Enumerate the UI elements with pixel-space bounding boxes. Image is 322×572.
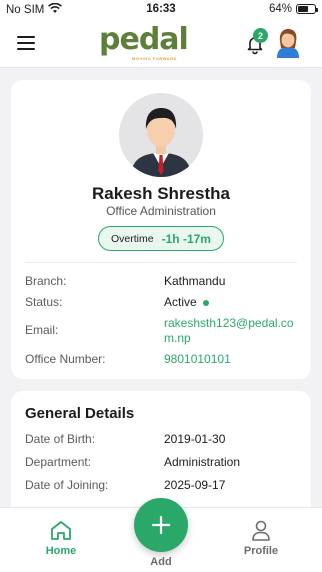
department-label: Department: — [25, 455, 92, 469]
nav-profile-label: Profile — [243, 545, 279, 557]
status-value: Active — [164, 295, 197, 309]
status-value-row: Active — [164, 295, 209, 309]
home-icon — [51, 521, 71, 540]
notification-badge: 2 — [253, 28, 268, 43]
profile-card: Rakesh Shrestha Office Administration Ov… — [11, 80, 311, 379]
email-link[interactable]: rakeshsth123@pedal.com.np — [164, 316, 299, 346]
add-button-label: Add — [150, 556, 172, 568]
overtime-badge: Overtime -1h -17m — [98, 226, 224, 251]
battery-percent: 64% — [268, 3, 292, 15]
office-number-link[interactable]: 9801010101 — [164, 352, 231, 366]
active-status-dot — [202, 299, 209, 306]
person-icon — [252, 520, 270, 541]
dob-label: Date of Birth: — [25, 432, 96, 446]
divider — [25, 262, 297, 263]
plus-icon — [151, 515, 171, 535]
profile-photo — [119, 93, 203, 177]
logo-text: pedal — [99, 22, 189, 57]
overtime-label: Overtime — [111, 232, 154, 245]
pedal-logo: pedal MOVING FORWARD — [99, 22, 189, 64]
status-label: Status: — [25, 295, 63, 309]
email-label: Email: — [25, 323, 59, 337]
battery-icon — [296, 4, 318, 14]
nav-home-label: Home — [45, 545, 77, 557]
profile-name: Rakesh Shrestha — [92, 184, 230, 203]
logo-tagline: MOVING FORWARD — [132, 56, 177, 61]
branch-value: Kathmandu — [164, 274, 226, 288]
dob-value: 2019-01-30 — [164, 432, 226, 446]
user-avatar[interactable] — [275, 28, 301, 58]
joining-date-value: 2025-09-17 — [164, 478, 226, 492]
branch-label: Branch: — [25, 274, 67, 288]
overtime-value: -1h -17m — [161, 231, 211, 246]
joining-date-label: Date of Joining: — [25, 478, 109, 492]
app-header: pedal MOVING FORWARD 2 — [0, 20, 322, 68]
nav-home[interactable]: Home — [31, 520, 91, 557]
add-button[interactable] — [134, 498, 188, 552]
menu-icon[interactable] — [17, 36, 35, 50]
profile-role: Office Administration — [106, 204, 216, 218]
office-number-label: Office Number: — [25, 352, 106, 366]
general-details-title: General Details — [25, 405, 135, 422]
nav-profile[interactable]: Profile — [231, 520, 291, 557]
department-value: Administration — [164, 455, 241, 469]
status-bar: No SIM 16:33 64% — [0, 0, 322, 20]
